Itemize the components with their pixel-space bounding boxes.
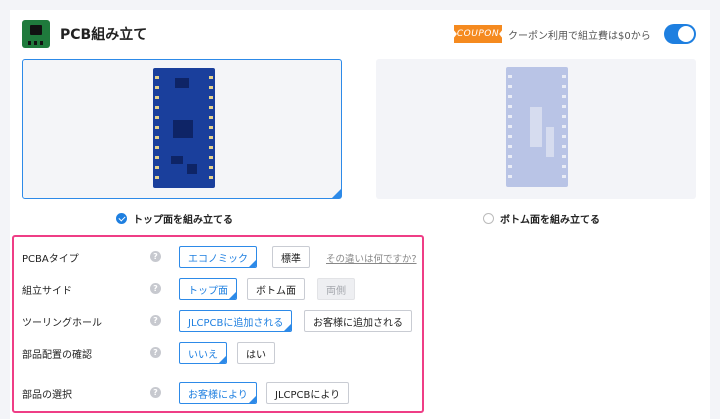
top-side-preview-card[interactable] (22, 59, 342, 199)
tooling-holes-row: ツーリングホール ? JLCPCBに追加される お客様に追加される (22, 310, 418, 332)
parts-customer-button[interactable]: お客様により (179, 382, 257, 404)
coupon-toggle[interactable] (664, 24, 696, 44)
placement-no-button[interactable]: いいえ (179, 342, 227, 364)
coupon-badge: COUPON (454, 25, 502, 43)
parts-selection-label: 部品の選択 (22, 390, 72, 401)
pcba-difference-link[interactable]: その違いは何ですか? (326, 251, 417, 265)
question-icon[interactable]: ? (150, 347, 161, 358)
placement-yes-button[interactable]: はい (237, 342, 275, 364)
pcba-type-label: PCBAタイプ (22, 254, 79, 265)
top-side-radio[interactable] (116, 213, 127, 224)
assemble-bottom-option[interactable]: ボトム面を組み立てる (483, 211, 600, 226)
bottom-side-radio[interactable] (483, 213, 494, 224)
coupon-text: クーポン利用で組立費は$0から (508, 31, 651, 42)
side-both-button: 両側 (317, 278, 355, 300)
side-bottom-button[interactable]: ボトム面 (247, 278, 305, 300)
top-side-label: トップ面を組み立てる (133, 215, 233, 226)
tooling-holes-label: ツーリングホール (22, 318, 102, 329)
question-icon[interactable]: ? (150, 251, 161, 262)
placement-confirm-row: 部品配置の確認 ? いいえ はい (22, 342, 418, 364)
tooling-jlcpcb-button[interactable]: JLCPCBに追加される (179, 310, 293, 332)
pcb-icon (22, 20, 50, 48)
question-icon[interactable]: ? (150, 387, 161, 398)
pcb-bottom-image (506, 67, 568, 187)
section-title: PCB組み立て (60, 27, 148, 43)
pcb-assembly-panel: PCB組み立て COUPON クーポン利用で組立費は$0から トップ面を組み立て… (10, 10, 710, 419)
pcba-standard-button[interactable]: 標準 (272, 246, 310, 268)
question-icon[interactable]: ? (150, 283, 161, 294)
placement-confirm-label: 部品配置の確認 (22, 350, 92, 361)
bottom-side-label: ボトム面を組み立てる (500, 215, 600, 226)
toggle-knob (678, 26, 694, 42)
side-top-button[interactable]: トップ面 (179, 278, 237, 300)
pcba-economic-button[interactable]: エコノミック (179, 246, 257, 268)
bottom-side-preview-card[interactable] (376, 59, 696, 199)
assembly-side-label: 組立サイド (22, 286, 72, 297)
tooling-customer-button[interactable]: お客様に追加される (304, 310, 412, 332)
assembly-options-box: PCBAタイプ ? エコノミック 標準 その違いは何ですか? 組立サイド ? ト… (12, 235, 424, 413)
pcba-type-row: PCBAタイプ ? エコノミック 標準 その違いは何ですか? (22, 246, 418, 268)
parts-jlcpcb-button[interactable]: JLCPCBにより (266, 382, 350, 404)
assembly-side-row: 組立サイド ? トップ面 ボトム面 両側 (22, 278, 418, 300)
pcb-top-image (153, 68, 215, 188)
question-icon[interactable]: ? (150, 315, 161, 326)
parts-selection-row: 部品の選択 ? お客様により JLCPCBにより (22, 382, 418, 404)
assemble-top-option[interactable]: トップ面を組み立てる (116, 211, 233, 226)
